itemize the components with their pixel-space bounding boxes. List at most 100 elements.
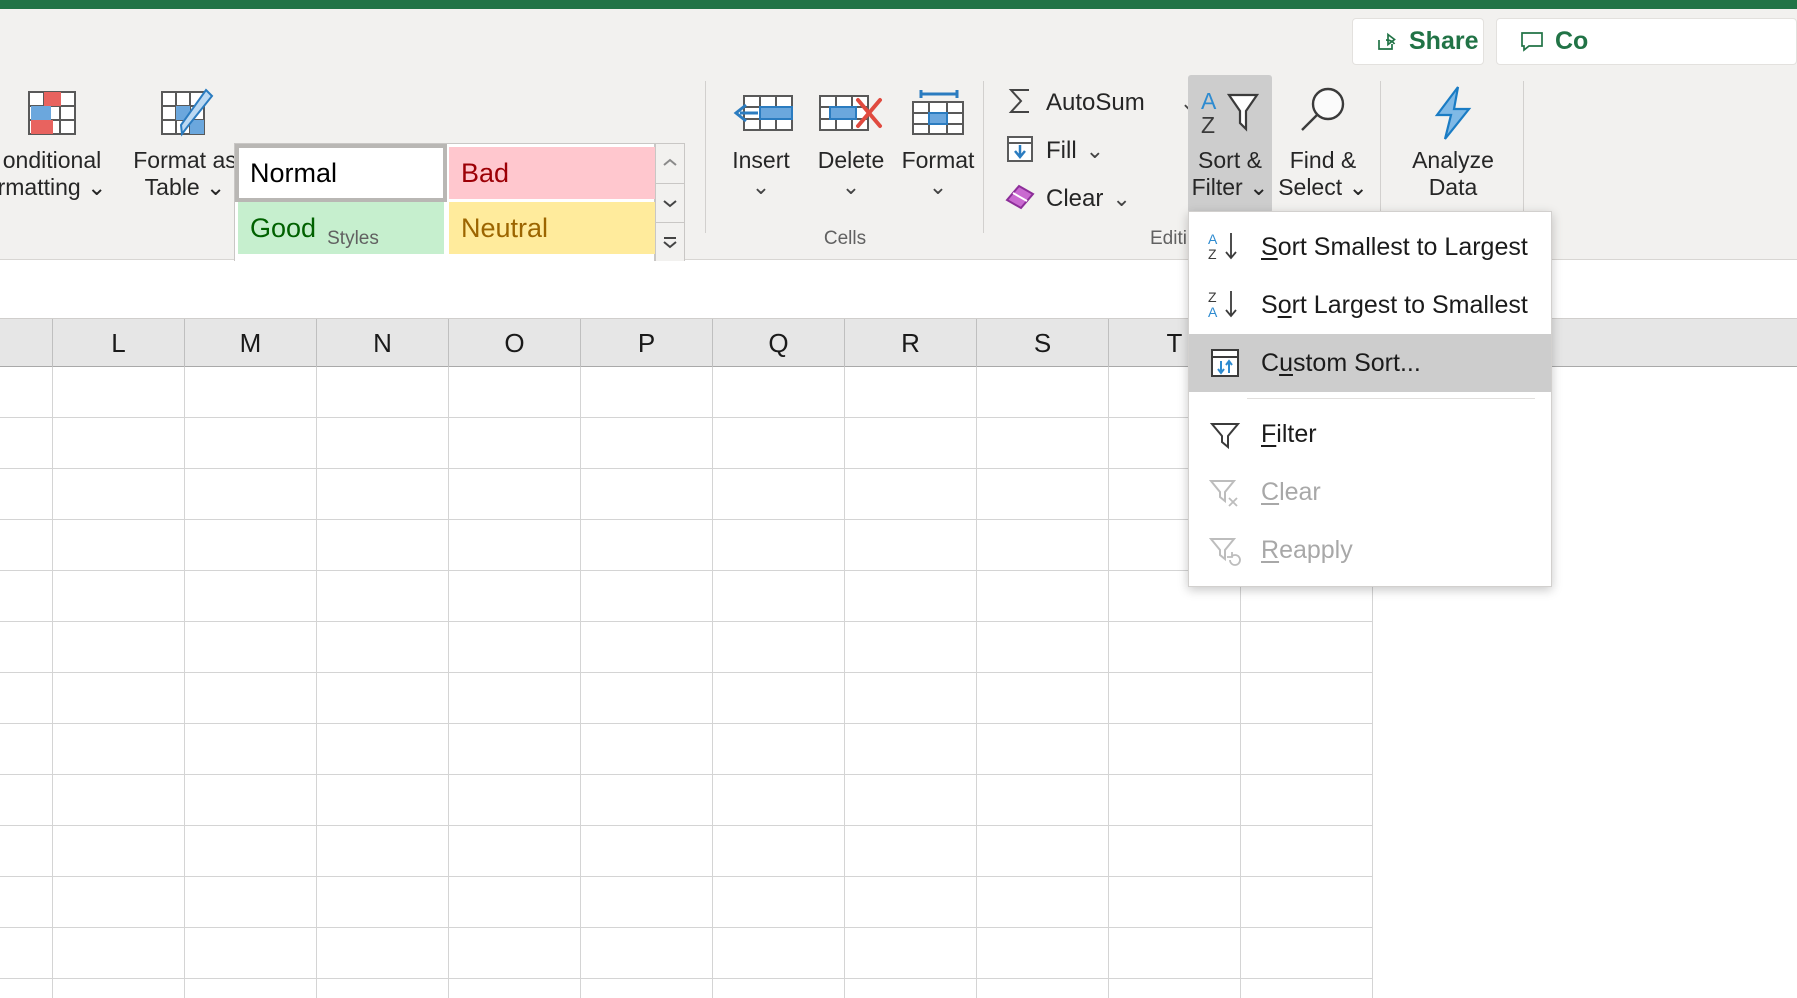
column-header-o[interactable]: O <box>449 319 581 367</box>
grid-cell[interactable] <box>317 622 449 673</box>
autosum-button[interactable]: AutoSum ⌄ <box>1003 83 1198 123</box>
grid-cell[interactable] <box>977 520 1109 571</box>
grid-cell[interactable] <box>185 928 317 979</box>
grid-cell[interactable] <box>977 673 1109 724</box>
grid-cell[interactable] <box>845 928 977 979</box>
grid-cell[interactable] <box>977 877 1109 928</box>
sort-and-filter-dropdown-menu[interactable]: AZSort Smallest to LargestZASort Largest… <box>1188 211 1552 587</box>
grid-cell[interactable] <box>53 622 185 673</box>
grid-cell[interactable] <box>53 673 185 724</box>
grid-cell[interactable] <box>713 469 845 520</box>
grid-cell[interactable] <box>581 622 713 673</box>
row-header[interactable] <box>0 418 53 469</box>
grid-cell[interactable] <box>977 724 1109 775</box>
grid-cell[interactable] <box>845 418 977 469</box>
share-button[interactable]: Share <box>1352 18 1484 65</box>
grid-cell[interactable] <box>845 622 977 673</box>
grid-cell[interactable] <box>977 571 1109 622</box>
grid-cell[interactable] <box>53 928 185 979</box>
grid-cell[interactable] <box>1241 673 1373 724</box>
grid-cell[interactable] <box>317 775 449 826</box>
grid-cell[interactable] <box>185 418 317 469</box>
row-header[interactable] <box>0 622 53 673</box>
grid-cell[interactable] <box>1109 724 1241 775</box>
column-header-s[interactable]: S <box>977 319 1109 367</box>
grid-cell[interactable] <box>449 928 581 979</box>
grid-cell[interactable] <box>449 622 581 673</box>
grid-cell[interactable] <box>713 571 845 622</box>
grid-cell[interactable] <box>845 877 977 928</box>
delete-cells-button[interactable]: Delete ⌄ <box>807 75 895 200</box>
chevron-down-icon[interactable]: ⌄ <box>752 174 770 200</box>
grid-cell[interactable] <box>317 877 449 928</box>
analyze-data-button[interactable]: Analyze Data <box>1392 75 1514 201</box>
grid-cell[interactable] <box>977 826 1109 877</box>
grid-cell[interactable] <box>53 571 185 622</box>
row-header[interactable] <box>0 673 53 724</box>
chevron-down-icon[interactable]: ⌄ <box>206 174 225 201</box>
grid-cell[interactable] <box>1241 775 1373 826</box>
grid-cell[interactable] <box>449 775 581 826</box>
grid-cell[interactable] <box>581 826 713 877</box>
grid-cell[interactable] <box>317 979 449 998</box>
grid-cell[interactable] <box>845 571 977 622</box>
sort-and-filter-button[interactable]: A Z Sort & Filter ⌄ <box>1188 75 1272 213</box>
grid-cell[interactable] <box>581 673 713 724</box>
grid-cell[interactable] <box>1109 877 1241 928</box>
grid-cell[interactable] <box>713 673 845 724</box>
style-bad[interactable]: Bad <box>449 147 655 199</box>
grid-cell[interactable] <box>53 979 185 998</box>
grid-cell[interactable] <box>317 418 449 469</box>
grid-cell[interactable] <box>53 418 185 469</box>
grid-cell[interactable] <box>185 979 317 998</box>
grid-cell[interactable] <box>713 418 845 469</box>
menu-item-custom-sort[interactable]: Custom Sort... <box>1189 334 1551 392</box>
grid-cell[interactable] <box>713 622 845 673</box>
grid-cell[interactable] <box>977 469 1109 520</box>
grid-cell[interactable] <box>845 979 977 998</box>
select-all-corner[interactable] <box>0 319 53 367</box>
grid-cell[interactable] <box>713 928 845 979</box>
column-header-q[interactable]: Q <box>713 319 845 367</box>
grid-cell[interactable] <box>317 520 449 571</box>
comments-button[interactable]: Co <box>1496 18 1797 65</box>
grid-cell[interactable] <box>317 673 449 724</box>
grid-cell[interactable] <box>977 418 1109 469</box>
grid-cell[interactable] <box>845 724 977 775</box>
chevron-down-icon[interactable]: ⌄ <box>929 174 947 200</box>
column-header-l[interactable]: L <box>53 319 185 367</box>
grid-cell[interactable] <box>185 367 317 418</box>
grid-cell[interactable] <box>581 877 713 928</box>
grid-cell[interactable] <box>53 775 185 826</box>
chevron-down-icon[interactable]: ⌄ <box>1249 174 1268 201</box>
row-header[interactable] <box>0 571 53 622</box>
grid-cell[interactable] <box>317 928 449 979</box>
grid-cell[interactable] <box>53 877 185 928</box>
format-as-table-button[interactable]: Format as Table ⌄ <box>124 75 246 201</box>
grid-cell[interactable] <box>713 775 845 826</box>
grid-cell[interactable] <box>581 928 713 979</box>
grid-cell[interactable] <box>185 826 317 877</box>
grid-cell[interactable] <box>581 367 713 418</box>
grid-cell[interactable] <box>449 724 581 775</box>
grid-cell[interactable] <box>449 979 581 998</box>
row-header[interactable] <box>0 520 53 571</box>
row-header[interactable] <box>0 775 53 826</box>
grid-cell[interactable] <box>845 367 977 418</box>
grid-cell[interactable] <box>713 877 845 928</box>
grid-cell[interactable] <box>1241 928 1373 979</box>
grid-cell[interactable] <box>53 520 185 571</box>
grid-cell[interactable] <box>977 928 1109 979</box>
column-header-p[interactable]: P <box>581 319 713 367</box>
menu-item-filter[interactable]: Filter <box>1189 405 1551 463</box>
grid-cell[interactable] <box>713 979 845 998</box>
chevron-down-icon[interactable]: ⌄ <box>842 174 860 200</box>
grid-cell[interactable] <box>53 826 185 877</box>
column-header-r[interactable]: R <box>845 319 977 367</box>
chevron-down-icon[interactable]: ⌄ <box>1086 138 1104 164</box>
grid-cell[interactable] <box>713 367 845 418</box>
grid-cell[interactable] <box>1109 979 1241 998</box>
grid-cell[interactable] <box>581 979 713 998</box>
grid-cell[interactable] <box>1109 622 1241 673</box>
clear-button[interactable]: Clear ⌄ <box>1003 179 1131 219</box>
